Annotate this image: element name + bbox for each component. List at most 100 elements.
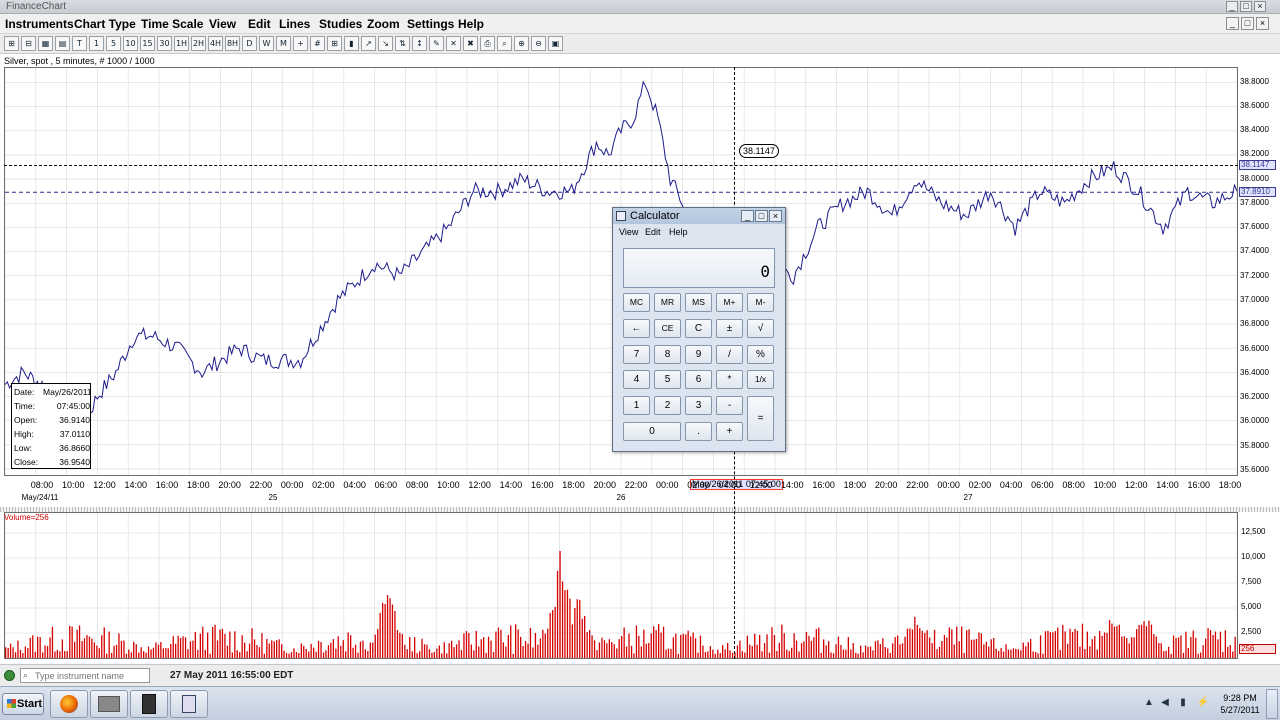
- menu-help[interactable]: Help: [458, 17, 484, 31]
- calc-key[interactable]: +: [716, 422, 743, 441]
- toolbar-button-22[interactable]: ↘: [378, 36, 393, 51]
- menu-edit[interactable]: Edit: [248, 17, 271, 31]
- menu-lines[interactable]: Lines: [279, 17, 310, 31]
- calc-key[interactable]: M-: [747, 293, 774, 312]
- calculator-minimize-button[interactable]: _: [741, 210, 754, 222]
- calculator-titlebar[interactable]: Calculator _ □ ×: [613, 208, 785, 224]
- toolbar-button-29[interactable]: ⌕: [497, 36, 512, 51]
- toolbar-button-23[interactable]: ⇅: [395, 36, 410, 51]
- toolbar-button-0[interactable]: ⊞: [4, 36, 19, 51]
- calc-key[interactable]: 6: [685, 370, 712, 389]
- menu-chart-type[interactable]: Chart Type: [74, 17, 136, 31]
- toolbar-button-9[interactable]: 30: [157, 36, 172, 51]
- toolbar-button-4[interactable]: T: [72, 36, 87, 51]
- maximize-button[interactable]: □: [1240, 1, 1252, 12]
- calc-key[interactable]: C: [685, 319, 712, 338]
- toolbar-button-25[interactable]: ✎: [429, 36, 444, 51]
- volume-icon[interactable]: ◀: [1158, 697, 1172, 711]
- calc-key[interactable]: .: [685, 422, 712, 441]
- calc-key[interactable]: 8: [654, 345, 681, 364]
- calculator-close-button[interactable]: ×: [769, 210, 782, 222]
- calc-key[interactable]: MS: [685, 293, 712, 312]
- menu-instruments[interactable]: Instruments: [5, 17, 74, 31]
- toolbar-button-6[interactable]: 5: [106, 36, 121, 51]
- volume-panel[interactable]: [4, 512, 1238, 659]
- doc-maximize-button[interactable]: □: [1241, 17, 1254, 30]
- calc-key[interactable]: *: [716, 370, 743, 389]
- toolbar-button-24[interactable]: ↕: [412, 36, 427, 51]
- calculator-window[interactable]: Calculator _ □ × View Edit Help 0 MC MR MS…: [612, 207, 786, 452]
- calc-key[interactable]: =: [747, 396, 774, 441]
- instrument-search-input[interactable]: [20, 668, 150, 683]
- toolbar-button-28[interactable]: ⎙: [480, 36, 495, 51]
- toolbar-button-3[interactable]: ▤: [55, 36, 70, 51]
- calc-key[interactable]: 9: [685, 345, 712, 364]
- calc-key[interactable]: MR: [654, 293, 681, 312]
- calc-key[interactable]: 0: [623, 422, 681, 441]
- toolbar-button-20[interactable]: ▮: [344, 36, 359, 51]
- taskbar-app-calculator[interactable]: [170, 690, 208, 718]
- toolbar-button-8[interactable]: 15: [140, 36, 155, 51]
- toolbar-button-32[interactable]: ▣: [548, 36, 563, 51]
- toolbar-button-7[interactable]: 10: [123, 36, 138, 51]
- doc-minimize-button[interactable]: _: [1226, 17, 1239, 30]
- toolbar-button-17[interactable]: +: [293, 36, 308, 51]
- menu-time-scale[interactable]: Time Scale: [141, 17, 203, 31]
- calc-key[interactable]: 3: [685, 396, 712, 415]
- taskbar-app-explorer[interactable]: [90, 690, 128, 718]
- toolbar-button-26[interactable]: ✕: [446, 36, 461, 51]
- toolbar-button-10[interactable]: 1H: [174, 36, 189, 51]
- toolbar-button-31[interactable]: ⊖: [531, 36, 546, 51]
- toolbar-button-5[interactable]: 1: [89, 36, 104, 51]
- volume-axis[interactable]: 12,500 10,000 7,500 5,000 2,500: [1238, 512, 1276, 659]
- calc-key[interactable]: 5: [654, 370, 681, 389]
- calc-key[interactable]: 2: [654, 396, 681, 415]
- toolbar-button-12[interactable]: 4H: [208, 36, 223, 51]
- menu-zoom[interactable]: Zoom: [367, 17, 400, 31]
- calc-key[interactable]: 4: [623, 370, 650, 389]
- menu-studies[interactable]: Studies: [319, 17, 362, 31]
- taskbar-firefox[interactable]: [50, 690, 88, 718]
- start-button[interactable]: Start: [2, 693, 44, 715]
- toolbar-button-14[interactable]: D: [242, 36, 257, 51]
- close-button[interactable]: ×: [1254, 1, 1266, 12]
- calculator-menu-view[interactable]: View: [619, 227, 638, 237]
- show-desktop-button[interactable]: [1266, 689, 1278, 719]
- toolbar-button-2[interactable]: ▦: [38, 36, 53, 51]
- window-titlebar[interactable]: FinanceChart _ □ ×: [0, 0, 1280, 14]
- calc-key[interactable]: 7: [623, 345, 650, 364]
- calculator-menu-help[interactable]: Help: [669, 227, 688, 237]
- toolbar-button-18[interactable]: #: [310, 36, 325, 51]
- calc-key[interactable]: M+: [716, 293, 743, 312]
- toolbar-button-27[interactable]: ✖: [463, 36, 478, 51]
- network-icon[interactable]: ▮: [1176, 697, 1190, 711]
- toolbar-button-11[interactable]: 2H: [191, 36, 206, 51]
- toolbar-button-19[interactable]: ⊞: [327, 36, 342, 51]
- toolbar-button-16[interactable]: M: [276, 36, 291, 51]
- calc-key[interactable]: ±: [716, 319, 743, 338]
- minimize-button[interactable]: _: [1226, 1, 1238, 12]
- power-icon[interactable]: ⚡: [1196, 697, 1210, 711]
- time-axis[interactable]: May/26/2011 07:45:00 08:00 10:00 12:00 14:0…: [0, 478, 1280, 506]
- calculator-menu-edit[interactable]: Edit: [645, 227, 661, 237]
- toolbar-button-30[interactable]: ⊕: [514, 36, 529, 51]
- calc-key[interactable]: 1/x: [747, 370, 774, 389]
- calc-key[interactable]: %: [747, 345, 774, 364]
- toolbar-button-13[interactable]: 8H: [225, 36, 240, 51]
- calc-key[interactable]: 1: [623, 396, 650, 415]
- calc-key[interactable]: √: [747, 319, 774, 338]
- calculator-maximize-button[interactable]: □: [755, 210, 768, 222]
- calc-key[interactable]: ←: [623, 319, 650, 338]
- toolbar-button-15[interactable]: W: [259, 36, 274, 51]
- taskbar-clock[interactable]: 9:28 PM 5/27/2011: [1218, 692, 1262, 716]
- toolbar-button-21[interactable]: ↗: [361, 36, 376, 51]
- menu-settings[interactable]: Settings: [407, 17, 454, 31]
- calc-key[interactable]: -: [716, 396, 743, 415]
- taskbar-app-video[interactable]: [130, 690, 168, 718]
- menu-view[interactable]: View: [209, 17, 236, 31]
- calc-key[interactable]: MC: [623, 293, 650, 312]
- toolbar-button-1[interactable]: ⊟: [21, 36, 36, 51]
- tray-expand-icon[interactable]: ▲: [1142, 697, 1156, 711]
- doc-close-button[interactable]: ×: [1256, 17, 1269, 30]
- price-axis[interactable]: 38.8000 38.6000 38.4000 38.2000 38.0000 37.80…: [1238, 67, 1276, 476]
